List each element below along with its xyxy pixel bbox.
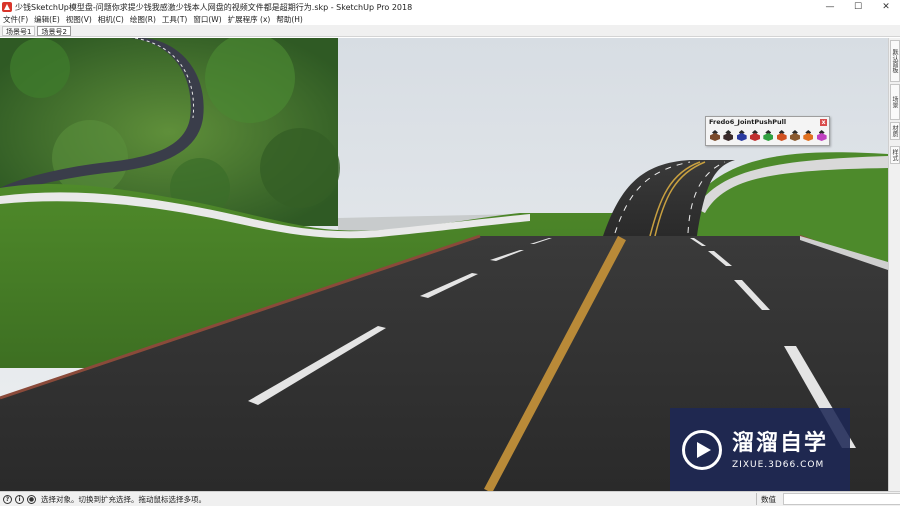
scene-tabs-bar: 场景号1 场景号2 xyxy=(0,25,900,37)
watermark-url: ZIXUE.3D66.COM xyxy=(732,459,825,470)
menu-edit[interactable]: 编辑(E) xyxy=(31,14,63,25)
play-logo-icon xyxy=(682,430,722,470)
menu-tools[interactable]: 工具(T) xyxy=(159,14,190,25)
measurements-label: 数值 xyxy=(761,494,776,504)
normal-pushpull-icon[interactable] xyxy=(736,130,747,142)
help-icon[interactable]: ? xyxy=(3,494,12,504)
fredo-toolbar-close-icon[interactable]: x xyxy=(820,118,827,126)
fredo-toolbar-title-text: Fredo6_JointPushPull xyxy=(709,118,787,126)
menu-extensions[interactable]: 扩展程序 (x) xyxy=(225,14,274,25)
scene-tab-1[interactable]: 场景号1 xyxy=(2,25,36,36)
measurements-input[interactable] xyxy=(783,493,900,505)
undo-pushpull-icon[interactable] xyxy=(776,130,787,142)
window-controls: — ☐ ✕ xyxy=(816,0,900,14)
status-message: 选择对象。切换到扩充选择。拖动鼠标选择多项。 xyxy=(41,494,206,504)
tray-tab-scenes[interactable]: 场景 xyxy=(890,84,900,120)
watermark-badge: 溜溜自学 ZIXUE.3D66.COM xyxy=(670,408,850,492)
tray-tab-default[interactable]: 默认面板 xyxy=(890,40,900,82)
menu-bar: 文件(F) 编辑(E) 视图(V) 相机(C) 绘图(R) 工具(T) 窗口(W… xyxy=(0,14,900,25)
watermark-name: 溜溜自学 xyxy=(732,430,829,456)
measurements-box: 数值 xyxy=(756,493,900,505)
menu-window[interactable]: 窗口(W) xyxy=(190,14,224,25)
info-icon[interactable]: i xyxy=(15,494,24,504)
title-bar: 少钱SketchUp模型盘-问题你求提少钱我感激少钱本人网盘的视频文件都是超期行… xyxy=(0,0,900,14)
redo-pushpull-icon[interactable] xyxy=(789,130,800,142)
extrude-icon[interactable] xyxy=(749,130,760,142)
menu-file[interactable]: 文件(F) xyxy=(0,14,31,25)
menu-help[interactable]: 帮助(H) xyxy=(273,14,306,25)
minimize-button[interactable]: — xyxy=(816,0,844,14)
default-tray: 默认面板 场景 材质 样式 xyxy=(888,38,900,491)
follow-icon[interactable] xyxy=(762,130,774,142)
scene-tab-2[interactable]: 场景号2 xyxy=(37,25,71,36)
fredo-jointpushpull-toolbar: Fredo6_JointPushPull x xyxy=(705,116,830,146)
finish-icon[interactable] xyxy=(802,130,814,142)
menu-draw[interactable]: 绘图(R) xyxy=(127,14,159,25)
tray-tab-styles[interactable]: 样式 xyxy=(890,146,900,164)
menu-camera[interactable]: 相机(C) xyxy=(95,14,127,25)
joint-pushpull-icon[interactable] xyxy=(709,130,720,142)
options-icon[interactable] xyxy=(816,130,827,142)
vector-pushpull-icon[interactable] xyxy=(722,130,734,142)
fredo-toolbar-title[interactable]: Fredo6_JointPushPull x xyxy=(706,117,829,127)
status-bar: ? i ● 选择对象。切换到扩充选择。拖动鼠标选择多项。 数值 xyxy=(0,491,900,506)
menu-view[interactable]: 视图(V) xyxy=(63,14,95,25)
close-button[interactable]: ✕ xyxy=(872,0,900,14)
tray-tab-materials[interactable]: 材质 xyxy=(890,122,900,140)
maximize-button[interactable]: ☐ xyxy=(844,0,872,14)
window-title: 少钱SketchUp模型盘-问题你求提少钱我感激少钱本人网盘的视频文件都是超期行… xyxy=(15,2,413,12)
sketchup-app-icon xyxy=(2,2,12,12)
user-icon[interactable]: ● xyxy=(27,494,36,504)
